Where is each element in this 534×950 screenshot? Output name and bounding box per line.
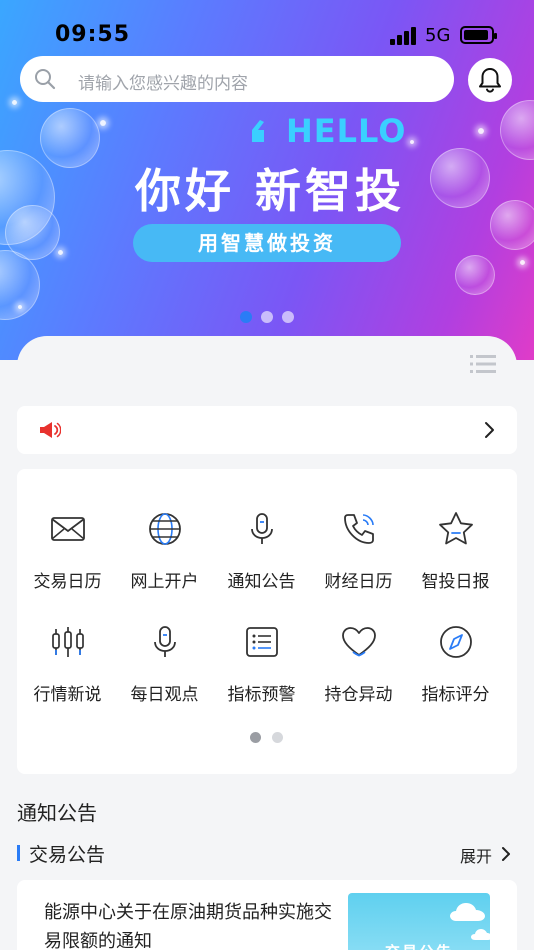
search-bar[interactable]: 请输入您感兴趣的内容 [20,56,454,102]
notification-button[interactable] [468,58,512,102]
menu-item-indicator-score[interactable]: 指标评分 [407,622,504,705]
network-label: 5G [425,25,451,46]
banner-hello: HELLO [286,112,407,150]
sparkle-decoration [478,128,484,134]
menu-item-label: 指标预警 [227,685,296,705]
heart-icon [341,627,376,657]
list-menu-icon[interactable] [470,354,496,374]
announcement-title[interactable]: 能源中心关于在原油期货品种实施交易限额的通知 [44,898,339,950]
menu-item-daily-report[interactable]: 智投日报 [407,509,504,592]
signal-icon [390,27,418,45]
phone-icon [343,514,374,544]
bubble-decoration [40,108,100,168]
menu-item-label: 指标评分 [421,685,490,705]
cloud-icon [471,929,490,940]
thumbnail-label: 交易公告 [348,941,490,950]
globe-icon [148,513,181,545]
banner-pager-dot[interactable] [261,311,273,323]
sparkle-decoration [410,140,414,144]
announcement-item[interactable]: 能源中心关于在原油期货品种实施交易限额的通知 交易公告 [17,880,517,950]
envelope-icon [50,517,85,541]
menu-item-label: 持仓异动 [324,685,393,705]
bubble-decoration [455,255,495,295]
status-bar: 09:55 5G [0,0,534,56]
microphone-icon [153,626,176,657]
menu-item-notices[interactable]: 通知公告 [213,509,310,592]
search-placeholder[interactable]: 请输入您感兴趣的内容 [78,69,248,94]
menu-pager-dot-active[interactable] [250,732,261,743]
section-title: 通知公告 [17,801,97,825]
bubble-decoration [0,250,40,320]
star-icon [438,512,473,545]
menu-item-label: 行情新说 [33,685,102,705]
sparkle-decoration [18,305,22,309]
bubble-decoration [500,100,534,160]
menu-item-label: 通知公告 [227,572,296,592]
list-card-icon [245,627,278,657]
chevron-right-icon [485,422,494,438]
status-time: 09:55 [55,22,131,47]
bubble-decoration [430,148,490,208]
banner-pager-dot-active[interactable] [240,311,252,323]
menu-item-finance-calendar[interactable]: 财经日历 [310,509,407,592]
menu-pager-dot[interactable] [272,732,283,743]
sparkle-decoration [12,100,17,105]
sparkle-decoration [520,260,525,265]
menu-item-daily-view[interactable]: 每日观点 [116,622,213,705]
megaphone-icon [40,422,61,438]
cloud-icon [450,903,485,921]
menu-item-indicator-alert[interactable]: 指标预警 [213,622,310,705]
chevron-right-icon[interactable] [500,846,512,862]
menu-item-label: 每日观点 [130,685,199,705]
sparkle-decoration [100,120,106,126]
menu-item-trading-calendar[interactable]: 交易日历 [19,509,116,592]
announcement-thumbnail: 交易公告 [348,893,490,950]
content-sheet-top [17,336,517,396]
quick-menu-card: 交易日历 网上开户 通知公告 财经日历 智投日报 行情新说 每日观点 指标预警 … [17,469,517,774]
menu-item-position-change[interactable]: 持仓异动 [310,622,407,705]
notice-bar[interactable] [17,406,517,454]
banner-pager-dot[interactable] [282,311,294,323]
subsection-title: 交易公告 [29,844,106,866]
menu-item-label: 交易日历 [33,572,102,592]
app-screen: 09:55 5G 请输入您感兴趣的内容 HELLO 你好 新智投 用智慧做投资 … [0,0,534,950]
menu-item-label: 财经日历 [324,572,393,592]
bell-icon [479,68,501,93]
battery-icon [460,26,497,44]
menu-item-online-account[interactable]: 网上开户 [116,509,213,592]
expand-button[interactable]: 展开 [460,843,492,867]
search-icon [35,69,56,90]
menu-item-label: 网上开户 [130,572,199,592]
compass-icon [439,626,472,658]
menu-item-label: 智投日报 [421,572,490,592]
subsection-accent-bar [17,845,20,861]
candlestick-icon [51,627,84,657]
hero-banner[interactable]: 09:55 5G 请输入您感兴趣的内容 HELLO 你好 新智投 用智慧做投资 [0,0,534,360]
sparkle-decoration [58,250,63,255]
microphone-icon [250,513,273,544]
banner-headline: 你好 新智投 [135,164,406,218]
bubble-decoration [490,200,534,250]
quote-icon [252,120,264,142]
banner-cta-button[interactable]: 用智慧做投资 [133,224,401,262]
menu-item-market-news[interactable]: 行情新说 [19,622,116,705]
